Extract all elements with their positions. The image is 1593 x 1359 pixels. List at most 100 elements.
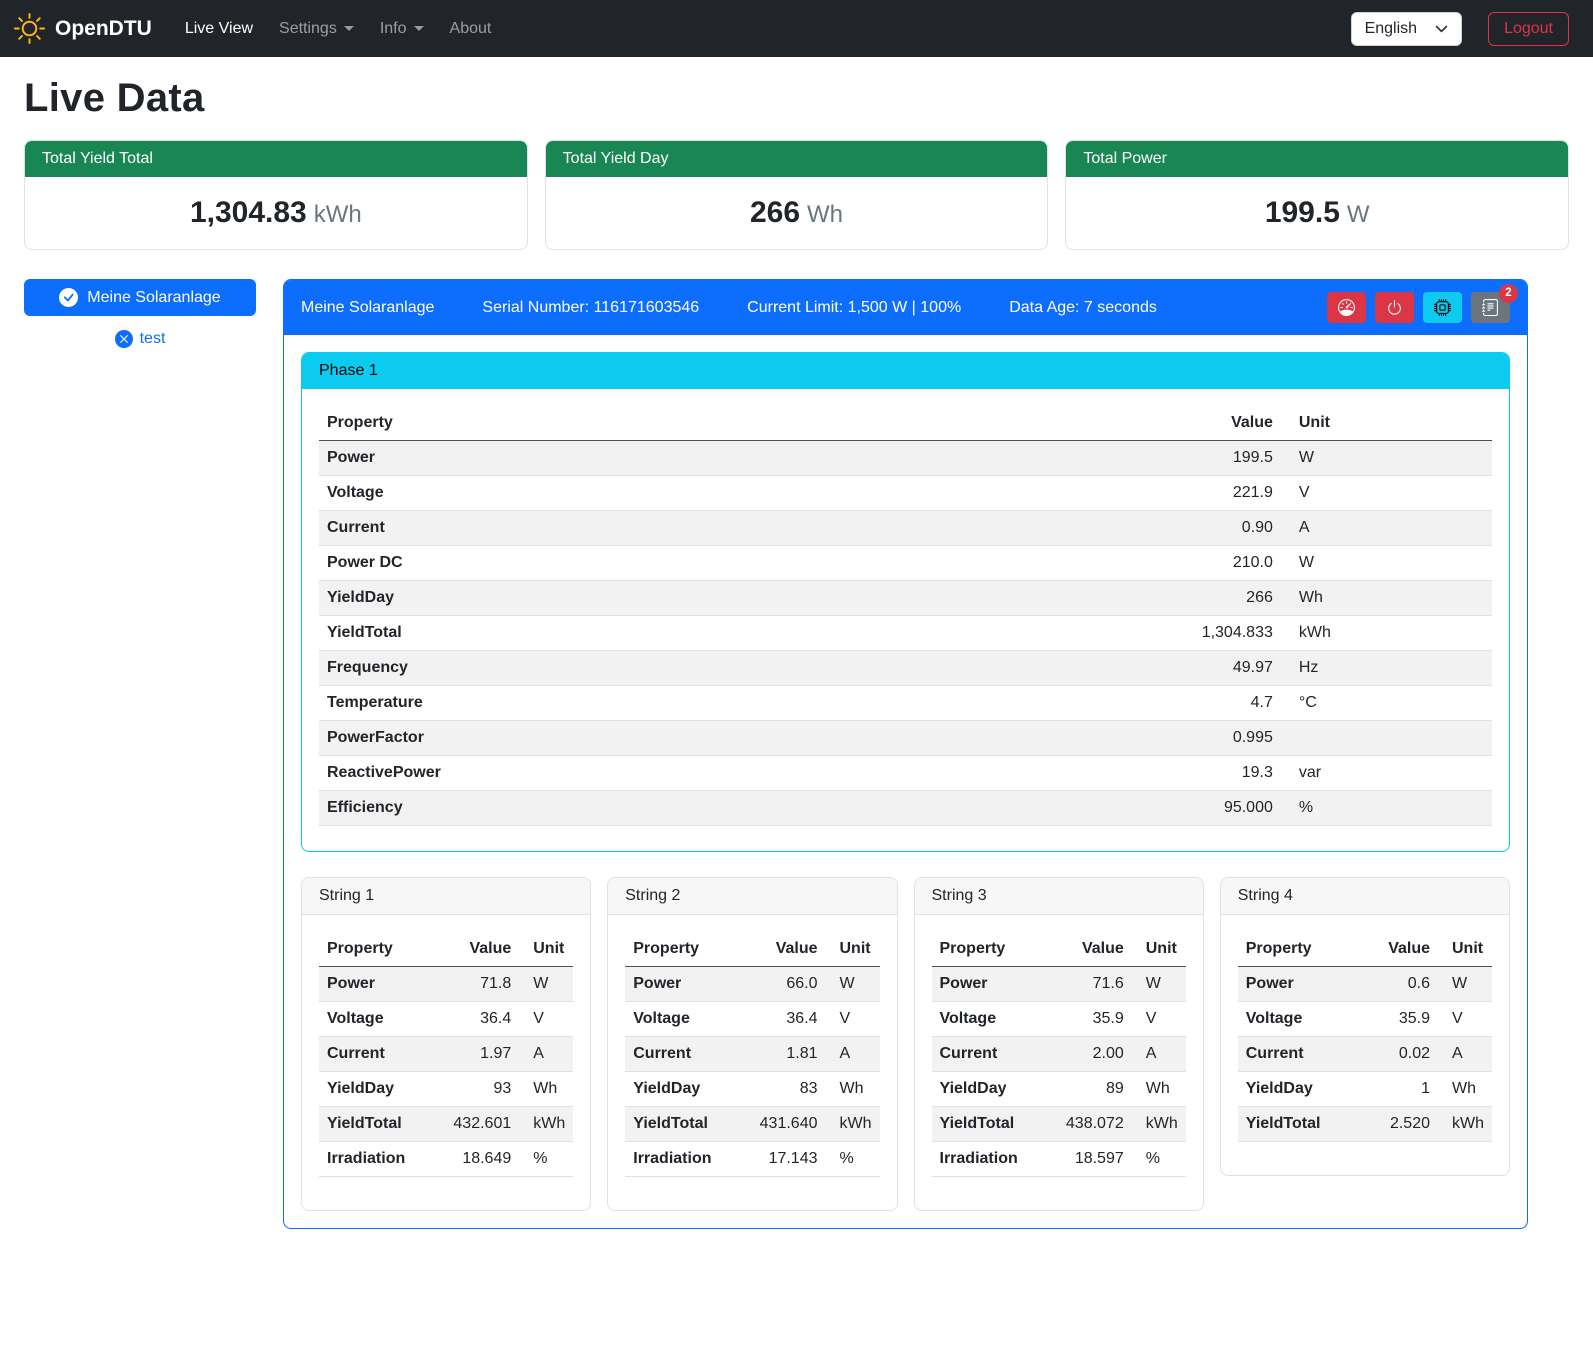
value-cell: 221.9 <box>1164 476 1281 511</box>
table-header-row: Property Value Unit <box>625 932 879 967</box>
inverter-button-test[interactable]: test <box>24 330 256 348</box>
unit-cell: V <box>519 1002 573 1037</box>
summary-unit: kWh <box>314 201 362 228</box>
column-header-property: Property <box>1238 932 1365 967</box>
string-table: Property Value Unit Power71.8W Voltage36… <box>319 932 573 1177</box>
string-card-4: String 4 Property Value Unit <box>1220 877 1510 1176</box>
table-row: Voltage35.9V <box>932 1002 1186 1037</box>
page-title: Live Data <box>24 76 1569 121</box>
device-info-button[interactable] <box>1423 292 1462 323</box>
unit-cell: A <box>519 1037 573 1072</box>
summary-value: 199.5 <box>1265 196 1340 229</box>
property-cell: Frequency <box>319 651 1164 686</box>
summary-card-title: Total Yield Day <box>546 141 1048 177</box>
summary-card-body: 199.5W <box>1066 177 1568 249</box>
table-row: Power71.8W <box>319 967 573 1002</box>
property-cell: YieldTotal <box>319 616 1164 651</box>
string-card-title: String 2 <box>608 878 896 915</box>
table-row: Temperature4.7°C <box>319 686 1492 721</box>
strings-row: String 1 Property Value Unit <box>301 877 1510 1211</box>
property-cell: Current <box>319 1037 445 1072</box>
event-log-button[interactable]: 2 <box>1471 292 1510 323</box>
nav-item-info[interactable]: Info <box>367 12 437 46</box>
limit-settings-button[interactable] <box>1327 292 1366 323</box>
value-cell: 35.9 <box>1364 1002 1438 1037</box>
value-cell: 71.8 <box>445 967 519 1002</box>
column-header-unit: Unit <box>826 932 880 967</box>
string-card-body: Property Value Unit Power66.0W Voltage36… <box>608 915 896 1210</box>
inverter-serial: Serial Number: 116171603546 <box>482 299 699 317</box>
property-cell: YieldTotal <box>932 1107 1058 1142</box>
table-row: ReactivePower19.3var <box>319 756 1492 791</box>
nav-item-about[interactable]: About <box>437 12 505 46</box>
summary-value: 1,304.83 <box>190 196 307 229</box>
logout-button[interactable]: Logout <box>1488 12 1569 46</box>
inverter-panel: Meine Solaranlage Serial Number: 1161716… <box>283 279 1528 1229</box>
property-cell: YieldTotal <box>319 1107 445 1142</box>
property-cell: Current <box>1238 1037 1365 1072</box>
journal-text-icon <box>1482 299 1499 316</box>
value-cell: 49.97 <box>1164 651 1281 686</box>
table-row: YieldTotal431.640kWh <box>625 1107 879 1142</box>
nav-item-settings[interactable]: Settings <box>266 12 367 46</box>
power-control-button[interactable] <box>1375 292 1414 323</box>
property-cell: YieldTotal <box>625 1107 751 1142</box>
unit-cell: kWh <box>1281 616 1492 651</box>
table-row: Voltage221.9V <box>319 476 1492 511</box>
event-count-badge: 2 <box>1499 284 1518 303</box>
inverter-button-selected[interactable]: Meine Solaranlage <box>24 279 256 316</box>
property-cell: Power <box>932 967 1058 1002</box>
property-cell: Irradiation <box>319 1142 445 1177</box>
unit-cell: W <box>826 967 880 1002</box>
value-cell: 1,304.833 <box>1164 616 1281 651</box>
value-cell: 35.9 <box>1058 1002 1132 1037</box>
summary-cards-row: Total Yield Total 1,304.83 kWh Total Yiel… <box>24 140 1569 250</box>
inverter-panel-body: Phase 1 Property Value Unit <box>284 335 1527 1228</box>
summary-card-title: Total Power <box>1066 141 1568 177</box>
value-cell: 0.02 <box>1364 1037 1438 1072</box>
summary-card-total-power: Total Power 199.5W <box>1065 140 1569 250</box>
property-cell: Current <box>319 511 1164 546</box>
navbar: OpenDTU Live View Settings Info About En… <box>0 0 1593 57</box>
unit-cell: V <box>1438 1002 1492 1037</box>
property-cell: Power DC <box>319 546 1164 581</box>
column-header-value: Value <box>1364 932 1438 967</box>
column-header-value: Value <box>1164 406 1281 441</box>
value-cell: 0.6 <box>1364 967 1438 1002</box>
main-row: Meine Solaranlage test Meine Solaranlage… <box>24 279 1569 1257</box>
table-row: YieldTotal1,304.833kWh <box>319 616 1492 651</box>
phase-card-title: Phase 1 <box>302 353 1509 389</box>
column-header-unit: Unit <box>1281 406 1492 441</box>
value-cell: 431.640 <box>752 1107 826 1142</box>
table-row: PowerFactor0.995 <box>319 721 1492 756</box>
property-cell: YieldDay <box>625 1072 751 1107</box>
value-cell: 89 <box>1058 1072 1132 1107</box>
string-card-2: String 2 Property Value Unit <box>607 877 897 1211</box>
string-table: Property Value Unit Power0.6W Voltage35.… <box>1238 932 1492 1142</box>
column-header-property: Property <box>625 932 751 967</box>
power-icon <box>1386 299 1403 316</box>
table-row: Current0.02A <box>1238 1037 1492 1072</box>
property-cell: YieldDay <box>932 1072 1058 1107</box>
value-cell: 2.00 <box>1058 1037 1132 1072</box>
nav-item-live-view[interactable]: Live View <box>172 12 266 46</box>
summary-unit: Wh <box>807 201 843 228</box>
table-row: Voltage35.9V <box>1238 1002 1492 1037</box>
brand-link[interactable]: OpenDTU <box>14 13 152 44</box>
property-cell: Efficiency <box>319 791 1164 826</box>
value-cell: 0.995 <box>1164 721 1281 756</box>
column-header-unit: Unit <box>519 932 573 967</box>
unit-cell: Hz <box>1281 651 1492 686</box>
summary-card-title: Total Yield Total <box>25 141 527 177</box>
language-select[interactable]: English <box>1351 12 1462 46</box>
cpu-icon <box>1434 299 1451 316</box>
table-row: Voltage36.4V <box>625 1002 879 1037</box>
unit-cell: A <box>826 1037 880 1072</box>
inverter-test-label: test <box>140 330 166 348</box>
table-row: Power199.5W <box>319 441 1492 476</box>
table-row: YieldTotal432.601kWh <box>319 1107 573 1142</box>
column-header-unit: Unit <box>1438 932 1492 967</box>
value-cell: 66.0 <box>752 967 826 1002</box>
navbar-right: English Logout <box>1351 12 1579 46</box>
property-cell: Voltage <box>932 1002 1058 1037</box>
